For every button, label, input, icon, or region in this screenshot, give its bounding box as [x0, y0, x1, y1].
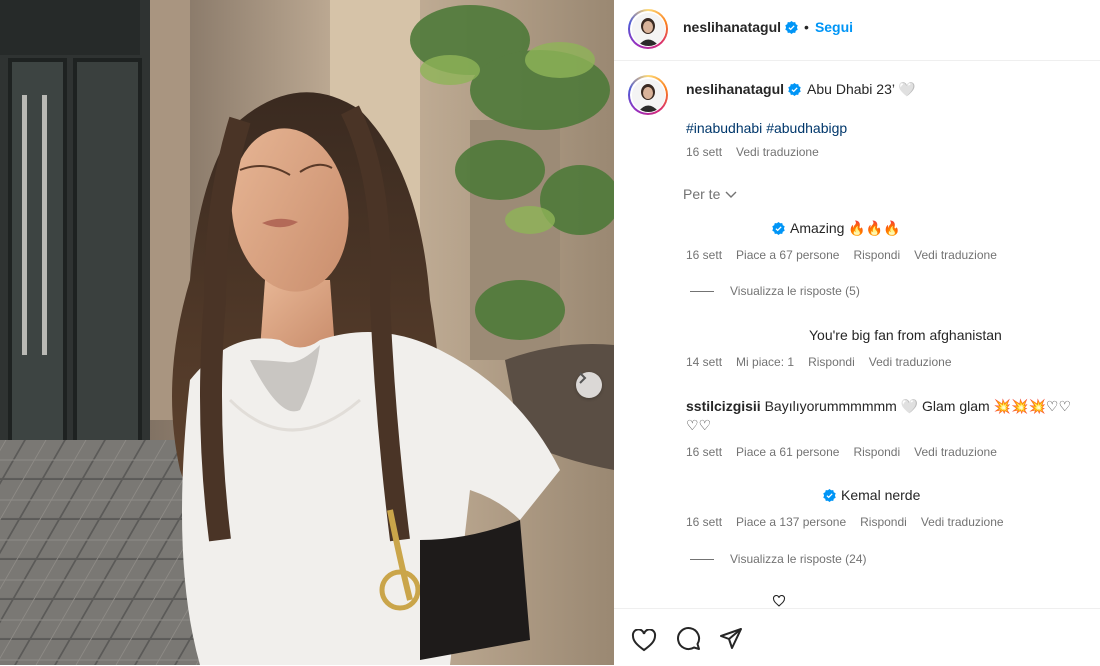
heart-icon[interactable] — [631, 629, 657, 653]
reply-button[interactable]: Rispondi — [808, 355, 855, 369]
caption-meta: 16 sett Vedi traduzione — [686, 145, 819, 159]
comment-text: Amazing 🔥🔥🔥 — [790, 220, 901, 236]
comment: You're big fan from afghanistan — [809, 326, 1002, 344]
comment-likes[interactable]: Mi piace: 1 — [736, 355, 794, 369]
comment: sstilcizgisii Bayılıyorummmmmm 🤍 Glam gl… — [686, 397, 1096, 415]
comment-timestamp[interactable]: 16 sett — [686, 445, 722, 459]
caption-avatar[interactable] — [628, 75, 668, 115]
comment-likes[interactable]: Piace a 67 persone — [736, 248, 839, 262]
avatar-portrait-icon — [631, 12, 665, 46]
avatar-portrait-icon — [631, 78, 665, 112]
caption: neslihanatagul Abu Dhabi 23’ 🤍 — [686, 80, 916, 98]
post-timestamp[interactable]: 16 sett — [686, 145, 722, 159]
reply-button[interactable]: Rispondi — [860, 515, 907, 529]
comment: Kemal nerde — [823, 486, 920, 504]
verified-badge-icon — [772, 221, 785, 235]
post-photo — [0, 0, 614, 665]
comment-text: Bayılıyorummmmmm 🤍 Glam glam 💥💥💥♡♡ — [764, 398, 1071, 414]
post-action-bar — [614, 608, 1100, 666]
comment-timestamp[interactable]: 16 sett — [686, 248, 722, 262]
heart-icon[interactable] — [772, 595, 786, 607]
comment-icon[interactable] — [675, 626, 701, 652]
see-translation-button[interactable]: Vedi traduzione — [869, 355, 952, 369]
comment-meta: 16 sett Piace a 61 persone Rispondi Vedi… — [686, 445, 997, 459]
comment-text-continued: ♡♡ — [686, 416, 711, 434]
share-icon[interactable] — [718, 626, 744, 652]
post-detail-panel: neslihanatagul • Segui neslihanatagul Ab… — [614, 0, 1100, 665]
comment-meta: 16 sett Piace a 137 persone Rispondi Ved… — [686, 515, 1004, 529]
verified-badge-icon — [785, 20, 798, 34]
replies-divider — [690, 290, 714, 292]
post-header: neslihanatagul • Segui — [614, 0, 1100, 61]
comment-username[interactable]: sstilcizgisii — [686, 398, 761, 414]
comment-meta: 14 sett Mi piace: 1 Rispondi Vedi traduz… — [686, 355, 952, 369]
follow-button[interactable]: Segui — [815, 19, 853, 35]
caption-text: Abu Dhabi 23’ 🤍 — [807, 81, 916, 97]
chevron-right-icon — [579, 372, 587, 384]
verified-badge-icon — [788, 82, 801, 96]
view-replies-button[interactable]: Visualizza le risposte (24) — [690, 552, 867, 566]
caption-hashtags: #inabudhabi #abudhabigp — [686, 119, 847, 137]
see-translation-button[interactable]: Vedi traduzione — [736, 145, 819, 159]
comment: Amazing 🔥🔥🔥 — [772, 219, 901, 237]
reply-button[interactable]: Rispondi — [853, 248, 900, 262]
view-replies-label: Visualizza le risposte (5) — [730, 284, 860, 298]
replies-divider — [690, 558, 714, 560]
see-translation-button[interactable]: Vedi traduzione — [914, 445, 997, 459]
header-avatar[interactable] — [628, 9, 668, 49]
verified-badge-icon — [823, 488, 836, 502]
comment-text: Kemal nerde — [841, 487, 921, 503]
chevron-down-icon — [725, 191, 737, 198]
see-translation-button[interactable]: Vedi traduzione — [921, 515, 1004, 529]
comment-meta: 16 sett Piace a 67 persone Rispondi Vedi… — [686, 248, 997, 262]
comment-sort-label: Per te — [683, 186, 721, 202]
comment-text-line2: ♡♡ — [686, 417, 712, 433]
caption-username[interactable]: neslihanatagul — [686, 80, 784, 98]
photo-illustration — [0, 0, 614, 665]
view-replies-label: Visualizza le risposte (24) — [730, 552, 867, 566]
header-username[interactable]: neslihanatagul — [683, 19, 781, 35]
comment-text: You're big fan from afghanistan — [809, 327, 1002, 343]
comment-likes[interactable]: Piace a 61 persone — [736, 445, 839, 459]
see-translation-button[interactable]: Vedi traduzione — [914, 248, 997, 262]
hashtag-link[interactable]: #abudhabigp — [766, 120, 847, 136]
view-replies-button[interactable]: Visualizza le risposte (5) — [690, 284, 860, 298]
hashtag-link[interactable]: #inabudhabi — [686, 120, 762, 136]
carousel-next-button[interactable] — [576, 372, 602, 398]
header-separator-dot: • — [804, 19, 809, 35]
comment-timestamp[interactable]: 14 sett — [686, 355, 722, 369]
comment-sort-dropdown[interactable]: Per te — [683, 185, 737, 203]
comment-timestamp[interactable]: 16 sett — [686, 515, 722, 529]
reply-button[interactable]: Rispondi — [853, 445, 900, 459]
comment-likes[interactable]: Piace a 137 persone — [736, 515, 846, 529]
